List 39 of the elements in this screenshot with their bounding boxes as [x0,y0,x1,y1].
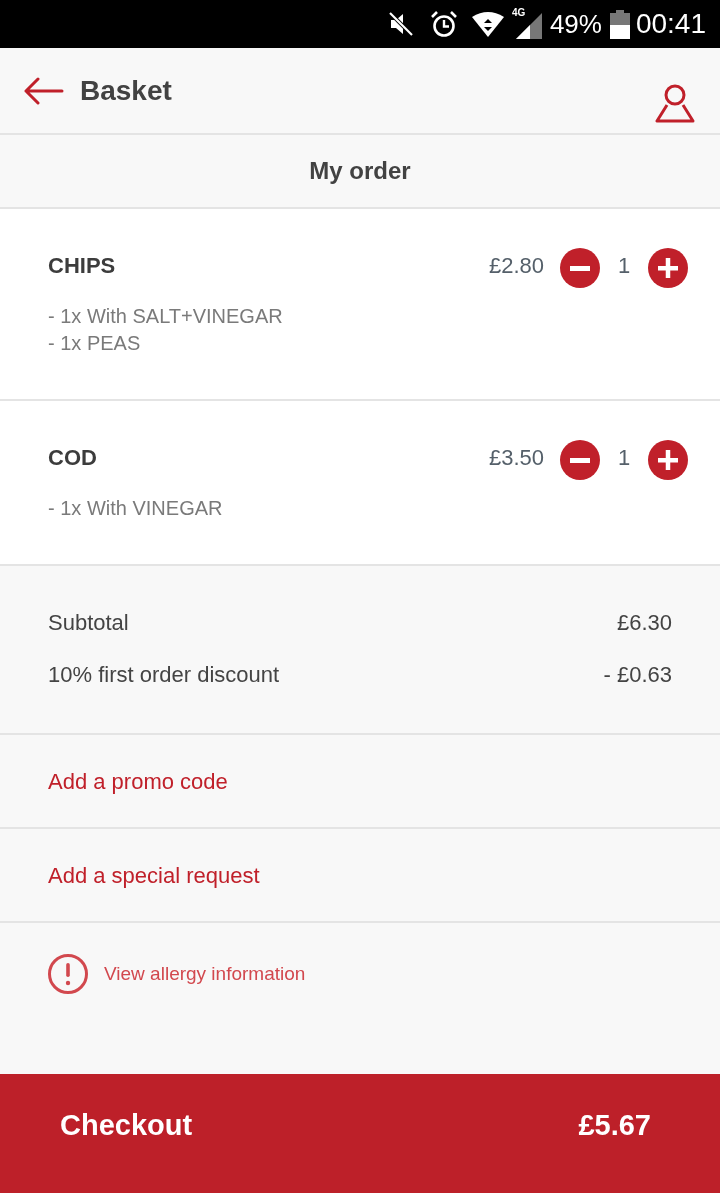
decrease-button[interactable] [560,440,600,480]
item-quantity: 1 [616,251,632,280]
alarm-clock-icon [429,10,458,38]
item-name: CHIPS [48,251,116,280]
summary-value: - £0.63 [603,660,672,689]
item-quantity: 1 [616,443,632,472]
checkout-label: Checkout [60,1108,193,1143]
increase-button[interactable] [648,440,688,480]
action-link[interactable]: Add a promo code [48,764,228,798]
back-arrow-icon [24,76,64,105]
minus-icon [570,457,590,463]
mute-icon [388,12,413,36]
item-option: - 1x With VINEGAR [48,495,688,522]
decrease-button[interactable] [560,248,600,288]
plus-icon [658,258,678,278]
person-icon [655,82,695,123]
item-name: COD [48,443,97,472]
summary-label: Subtotal [48,608,129,637]
increase-button[interactable] [648,248,688,288]
checkout-total: £5.67 [578,1108,651,1143]
page-title: Basket [80,73,172,108]
item-price: £3.50 [488,443,544,472]
section-title: My order [309,156,411,186]
checkout-button[interactable]: Checkout £5.67 [0,1074,720,1193]
summary-label: 10% first order discount [48,660,280,689]
battery-percentage: 49% [549,9,602,39]
alert-icon [48,954,88,994]
minus-icon [570,265,590,271]
battery-icon [609,9,630,39]
plus-icon [658,450,678,470]
allergy-info-link[interactable]: View allergy information [104,959,306,989]
status-time: 00:41 [635,9,706,39]
network-type-label: 4G [511,7,526,19]
item-price: £2.80 [488,251,544,280]
wifi-icon [471,11,504,37]
summary-value: £6.30 [616,608,672,637]
item-option: - 1x PEAS [48,330,688,357]
action-link[interactable]: Add a special request [48,858,260,892]
item-option: - 1x With SALT+VINEGAR [48,303,688,330]
